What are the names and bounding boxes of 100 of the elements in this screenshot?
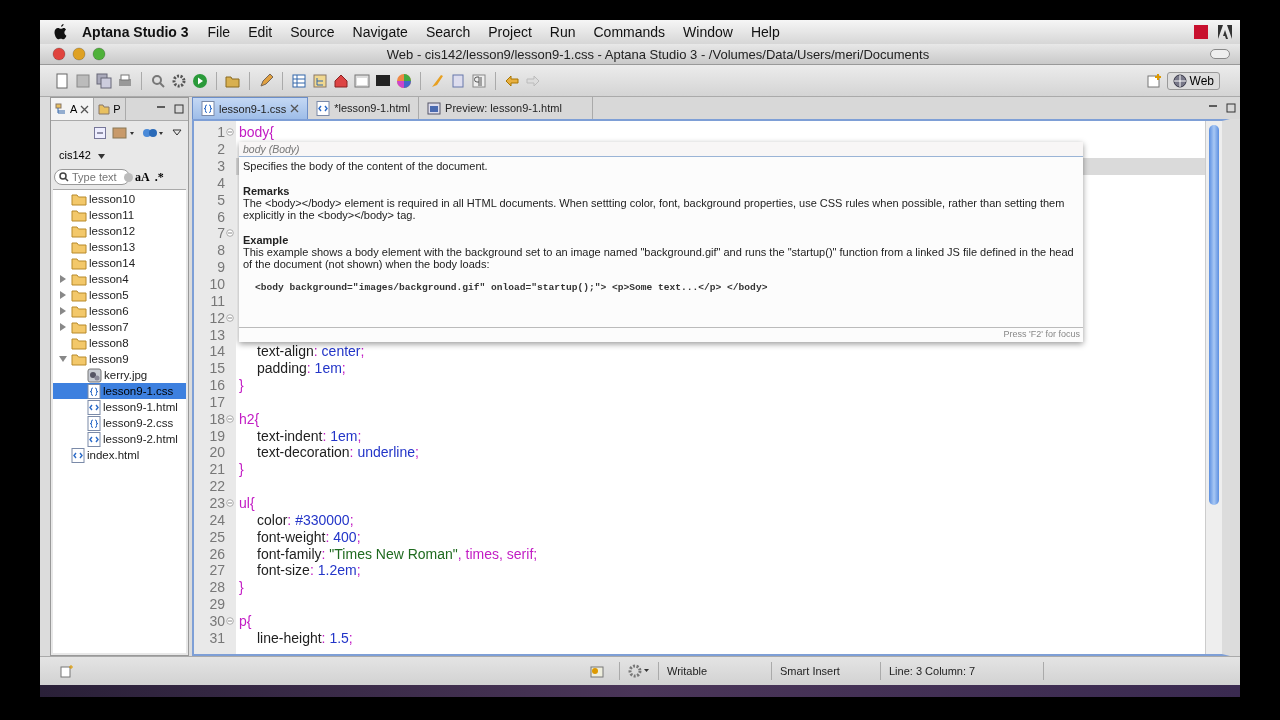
close-icon[interactable] (80, 104, 90, 114)
zoom-button[interactable] (92, 47, 106, 61)
tree-item[interactable]: lesson4 (53, 271, 186, 287)
grid-icon[interactable] (291, 72, 307, 89)
menu-item[interactable]: Help (741, 24, 789, 40)
tree-item[interactable]: lesson9-2.css (53, 415, 186, 431)
menu-item[interactable]: Commands (584, 24, 675, 40)
close-button[interactable] (52, 47, 66, 61)
section-heading: Remarks (243, 185, 291, 197)
tree-item[interactable]: lesson9-1.html (53, 399, 186, 415)
fold-icon[interactable] (226, 616, 234, 625)
code-line: } (239, 377, 244, 394)
tree-item[interactable]: lesson9-2.html (53, 431, 186, 447)
preview-icon (427, 101, 442, 115)
editor-tab[interactable]: lesson9-1.css (192, 97, 309, 119)
folder-icon (71, 304, 87, 318)
project-dropdown[interactable]: cis142 (51, 145, 113, 165)
fold-icon[interactable] (226, 414, 234, 423)
hierarchy-icon[interactable] (312, 72, 328, 89)
play-icon[interactable] (192, 72, 208, 89)
tree-item[interactable]: lesson7 (53, 319, 186, 335)
tree-item[interactable]: lesson11 (53, 207, 186, 223)
document-icon[interactable] (54, 72, 70, 89)
pencil-icon[interactable] (258, 72, 274, 89)
paragraph-icon[interactable] (471, 72, 487, 89)
line-number: 21 (209, 461, 225, 478)
code-line: font-weight: 400; (256, 528, 361, 545)
line-number: 17 (209, 393, 225, 410)
menu-item[interactable]: Run (540, 24, 585, 40)
code-line: font-size: 1.2em; (256, 562, 361, 579)
fold-icon[interactable] (226, 229, 234, 238)
menu-item[interactable]: Source (281, 24, 344, 40)
logo-icon[interactable] (1218, 25, 1232, 39)
folder-icon (71, 208, 87, 222)
menu-item[interactable]: Search (416, 24, 480, 40)
menu-item[interactable]: Edit (239, 24, 282, 40)
tree-item[interactable]: lesson8 (53, 335, 186, 351)
tree-item[interactable]: lesson14 (53, 255, 186, 271)
menu-item[interactable]: Navigate (343, 24, 417, 40)
tree-item[interactable]: lesson6 (53, 303, 186, 319)
tree-item[interactable]: lesson9-1.css (53, 383, 186, 399)
link-dropdown-icon[interactable] (142, 127, 166, 139)
tree-item[interactable]: lesson13 (53, 239, 186, 255)
tree-item[interactable]: lesson12 (53, 223, 186, 239)
fast-view-icon[interactable] (60, 664, 74, 678)
line-number: 8 (217, 242, 225, 259)
insert-mode: Smart Insert (780, 665, 840, 677)
search-field[interactable]: Type text (54, 169, 130, 185)
menu-item[interactable]: Window (674, 24, 742, 40)
code-line: h2{ (239, 410, 260, 427)
view-tab[interactable]: P (94, 98, 126, 120)
section-text: This example shows a body element with the background set to an image named "background.gif" and runs the "startup()" function from a linked JS file defined in the head of the document (not shown) when the body loads: (243, 246, 1075, 270)
tree-item[interactable]: kerry.jpg (53, 367, 186, 383)
view-menu-icon[interactable] (172, 128, 182, 138)
hierarchy-icon (55, 103, 67, 115)
box-dropdown-icon[interactable] (112, 127, 136, 139)
folder-icon (71, 320, 87, 334)
folder-icon (71, 224, 87, 238)
folder-icon (71, 192, 87, 206)
tree-item[interactable]: lesson9 (53, 351, 186, 367)
house-icon[interactable] (333, 72, 349, 89)
perspective-button[interactable]: Web (1166, 71, 1220, 90)
brush-icon[interactable] (429, 72, 445, 89)
monitor-icon[interactable] (375, 72, 391, 89)
fold-icon[interactable] (226, 313, 234, 322)
fold-icon[interactable] (226, 128, 234, 137)
window-icon[interactable] (354, 72, 370, 89)
code-line: text-indent: 1em; (256, 427, 362, 444)
open-perspective-icon[interactable] (1145, 72, 1162, 89)
tree-item[interactable]: lesson5 (53, 287, 186, 303)
fold-icon[interactable] (226, 499, 234, 507)
toolbar-toggle-button[interactable] (1210, 49, 1230, 59)
regex-toggle[interactable]: .* (154, 169, 164, 185)
tree-item[interactable]: index.html (53, 447, 186, 463)
case-toggle[interactable]: aA (135, 169, 150, 185)
gear-dropdown-icon[interactable] (628, 664, 650, 678)
printer-icon[interactable] (117, 72, 133, 89)
magnifier-icon[interactable] (150, 72, 166, 89)
page-icon[interactable] (450, 72, 466, 89)
menu-item[interactable]: File (198, 24, 240, 40)
collapse-all-icon[interactable] (94, 127, 106, 139)
line-number: 24 (209, 511, 225, 528)
scrollbar-thumb[interactable] (1209, 125, 1219, 505)
app-menu[interactable]: Aptana Studio 3 (68, 24, 199, 40)
line-number: 12 (209, 309, 225, 326)
sync-icon[interactable] (589, 663, 605, 679)
code-line: color: #330000; (256, 511, 354, 528)
disks-icon[interactable] (96, 72, 112, 89)
maximize-icon[interactable] (174, 104, 184, 114)
menu-item[interactable]: Project (479, 24, 541, 40)
code-example: <body background="images/background.gif" onload="startup();"> <p>Some text...</p> </body> (255, 282, 769, 294)
close-icon[interactable] (290, 104, 300, 113)
section-text: The <body></body> element is required in all HTML documents. When settting color, font, background properties, use CSS rules when possible, rather than setting them explicitly in the <body></body> tag. (243, 197, 1066, 221)
code-line: } (239, 461, 244, 478)
view-tab[interactable]: A (51, 98, 95, 120)
gear-icon[interactable] (171, 72, 187, 89)
color-wheel-icon[interactable] (396, 72, 412, 89)
maximize-icon[interactable] (1226, 103, 1236, 113)
tree-item[interactable]: lesson10 (53, 191, 186, 207)
minimize-button[interactable] (72, 47, 86, 61)
